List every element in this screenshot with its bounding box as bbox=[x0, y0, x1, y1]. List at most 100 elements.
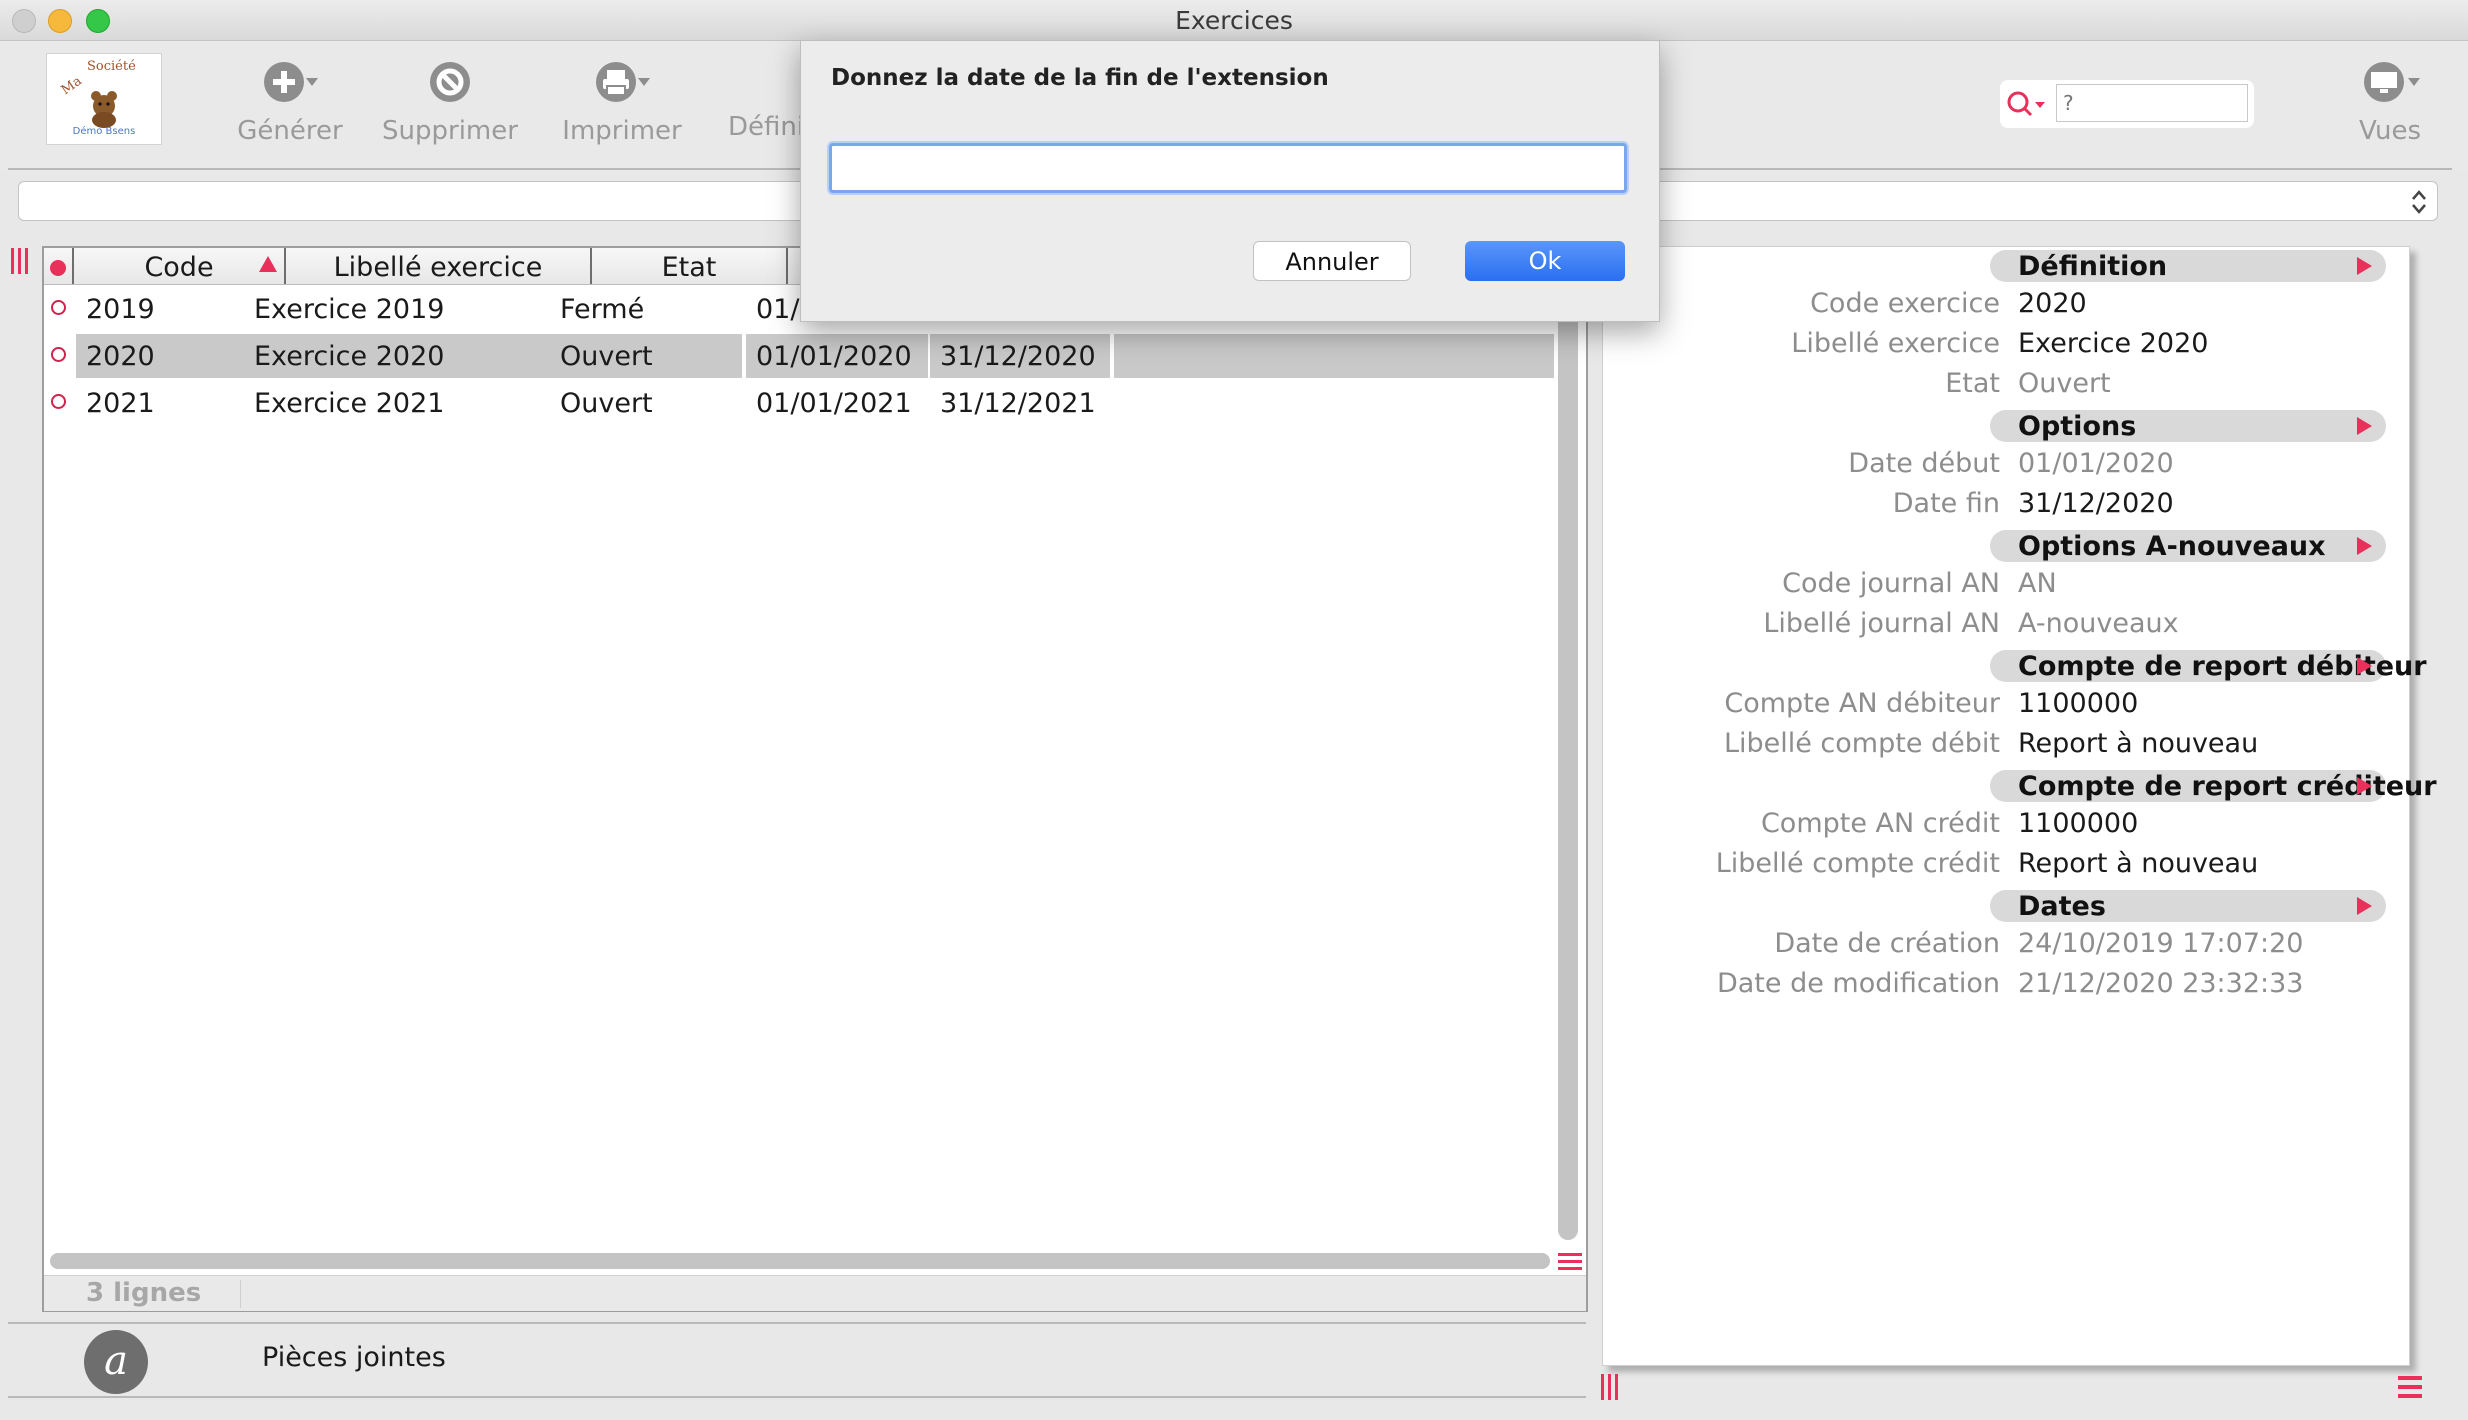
field-value: Report à nouveau bbox=[2018, 848, 2259, 879]
bottom-divider bbox=[8, 1396, 1586, 1398]
search-box bbox=[2000, 80, 2254, 128]
field-value: AN bbox=[2018, 568, 2057, 599]
field-value: Ouvert bbox=[2018, 368, 2111, 399]
ok-button[interactable]: Ok bbox=[1465, 241, 1625, 281]
attachments-divider bbox=[8, 1322, 1586, 1324]
table-footer: 3 lignes bbox=[44, 1275, 1586, 1311]
grip-vertical-icon bbox=[1601, 1374, 1618, 1400]
cell-end: 31/12/2021 bbox=[940, 388, 1096, 419]
printer-icon bbox=[596, 62, 650, 102]
field-value: Report à nouveau bbox=[2018, 728, 2259, 759]
cell-state: Fermé bbox=[560, 294, 645, 325]
grip-horizontal-icon bbox=[1558, 1253, 1582, 1270]
field-value: 31/12/2020 bbox=[2018, 488, 2174, 519]
views-label: Vues bbox=[2358, 116, 2422, 146]
sort-ascending-icon bbox=[259, 256, 277, 272]
row-filler bbox=[1114, 334, 1554, 378]
generate-button[interactable]: Générer bbox=[210, 58, 370, 146]
footer-divider bbox=[240, 1280, 241, 1308]
monitor-icon bbox=[2364, 62, 2420, 102]
field-label: Date de modification bbox=[1716, 968, 2000, 999]
attachments-label[interactable]: Pièces jointes bbox=[262, 1342, 446, 1373]
dialog-prompt: Donnez la date de la fin de l'extension bbox=[831, 65, 1329, 91]
cancel-button[interactable]: Annuler bbox=[1253, 241, 1411, 281]
at-sign-icon[interactable]: a bbox=[84, 1330, 148, 1394]
record-dot-icon bbox=[50, 260, 66, 276]
cell-label: Exercice 2021 bbox=[254, 388, 445, 419]
generate-label: Générer bbox=[237, 116, 343, 146]
add-circle-icon bbox=[264, 62, 318, 102]
row-marker-icon bbox=[51, 347, 66, 362]
column-header-label[interactable]: Libellé exercice bbox=[286, 248, 592, 284]
panel-resize-handle[interactable] bbox=[1600, 1374, 1620, 1400]
section-credit-account[interactable]: Compte de report créditeur bbox=[1990, 770, 2437, 802]
field-label: Date fin bbox=[1892, 488, 2000, 519]
search-input[interactable] bbox=[2056, 84, 2248, 122]
section-title: Compte de report créditeur bbox=[2018, 771, 2437, 802]
cell-label: Exercice 2020 bbox=[244, 334, 588, 378]
field-value: 01/01/2020 bbox=[2018, 448, 2174, 479]
section-title: Dates bbox=[2018, 891, 2106, 922]
cell-start: 01/01/2021 bbox=[756, 388, 912, 419]
column-header-state[interactable]: Etat bbox=[592, 248, 788, 284]
field-label: Etat bbox=[1945, 368, 2000, 399]
field-value: 24/10/2019 17:07:20 bbox=[2018, 928, 2304, 959]
disclosure-arrow-icon bbox=[2357, 897, 2372, 915]
svg-text:Ma: Ma bbox=[59, 74, 85, 99]
views-button[interactable]: Vues bbox=[2310, 58, 2468, 146]
list-resize-handle[interactable] bbox=[10, 248, 30, 274]
field-label: Libellé compte crédit bbox=[1715, 848, 2000, 879]
logo-subtitle: Démo Bsens bbox=[72, 126, 136, 137]
up-down-arrows-icon bbox=[2412, 190, 2426, 214]
column-label-code: Code bbox=[144, 252, 214, 283]
company-logo: Ma Société Démo Bsens bbox=[46, 53, 162, 145]
disclosure-arrow-icon bbox=[2357, 657, 2372, 675]
field-value: 1100000 bbox=[2018, 808, 2139, 839]
print-button[interactable]: Imprimer bbox=[542, 58, 702, 146]
print-label: Imprimer bbox=[562, 116, 682, 146]
field-value: 1100000 bbox=[2018, 688, 2139, 719]
row-count: 3 lignes bbox=[86, 1278, 202, 1308]
table-row[interactable]: 2021 Exercice 2021 Ouvert 01/01/2021 31/… bbox=[44, 381, 1554, 427]
grip-horizontal-icon bbox=[2398, 1376, 2422, 1398]
section-title: Définition bbox=[2018, 251, 2168, 282]
field-label: Libellé exercice bbox=[1791, 328, 2000, 359]
cell-state: Ouvert bbox=[560, 388, 653, 419]
cell-label: Exercice 2019 bbox=[254, 294, 445, 325]
horizontal-scrollbar[interactable] bbox=[50, 1253, 1550, 1269]
select-all-column[interactable] bbox=[44, 248, 74, 284]
field-value: A-nouveaux bbox=[2018, 608, 2179, 639]
section-debit-account[interactable]: Compte de report débiteur bbox=[1990, 650, 2427, 682]
define-button[interactable]: Défini bbox=[728, 112, 804, 142]
prohibited-icon bbox=[430, 62, 470, 102]
section-options-an[interactable]: Options A-nouveaux bbox=[1990, 530, 2386, 562]
table-options-handle[interactable] bbox=[1558, 1252, 1582, 1272]
field-label: Date début bbox=[1848, 448, 2000, 479]
section-title: Options A-nouveaux bbox=[2018, 531, 2326, 562]
field-value: Exercice 2020 bbox=[2018, 328, 2209, 359]
vertical-scrollbar[interactable] bbox=[1558, 290, 1578, 1240]
field-value: 2020 bbox=[2018, 288, 2087, 319]
delete-button[interactable]: Supprimer bbox=[370, 58, 530, 146]
window-title: Exercices bbox=[1175, 6, 1293, 35]
delete-label: Supprimer bbox=[382, 116, 518, 146]
row-marker-icon bbox=[51, 394, 66, 409]
cell-end: 31/12/2020 bbox=[930, 334, 1110, 378]
disclosure-arrow-icon bbox=[2357, 777, 2372, 795]
search-icon[interactable] bbox=[2004, 88, 2048, 120]
field-label: Libellé journal AN bbox=[1763, 608, 2000, 639]
disclosure-arrow-icon bbox=[2357, 257, 2372, 275]
disclosure-arrow-icon bbox=[2357, 537, 2372, 555]
table-row-selected[interactable]: 2020 Exercice 2020 Ouvert 01/01/2020 31/… bbox=[44, 334, 1554, 380]
panel-options-handle[interactable] bbox=[2398, 1374, 2422, 1400]
column-header-code[interactable]: Code bbox=[74, 248, 286, 284]
section-options[interactable]: Options bbox=[1990, 410, 2386, 442]
row-marker-icon bbox=[51, 300, 66, 315]
section-definition[interactable]: Définition bbox=[1990, 250, 2386, 282]
end-date-input[interactable] bbox=[829, 143, 1627, 193]
grip-vertical-icon bbox=[11, 248, 28, 274]
section-dates[interactable]: Dates bbox=[1990, 890, 2386, 922]
cell-state: Ouvert bbox=[550, 334, 742, 378]
end-date-dialog: Donnez la date de la fin de l'extension … bbox=[800, 40, 1660, 322]
field-label: Compte AN crédit bbox=[1760, 808, 2000, 839]
